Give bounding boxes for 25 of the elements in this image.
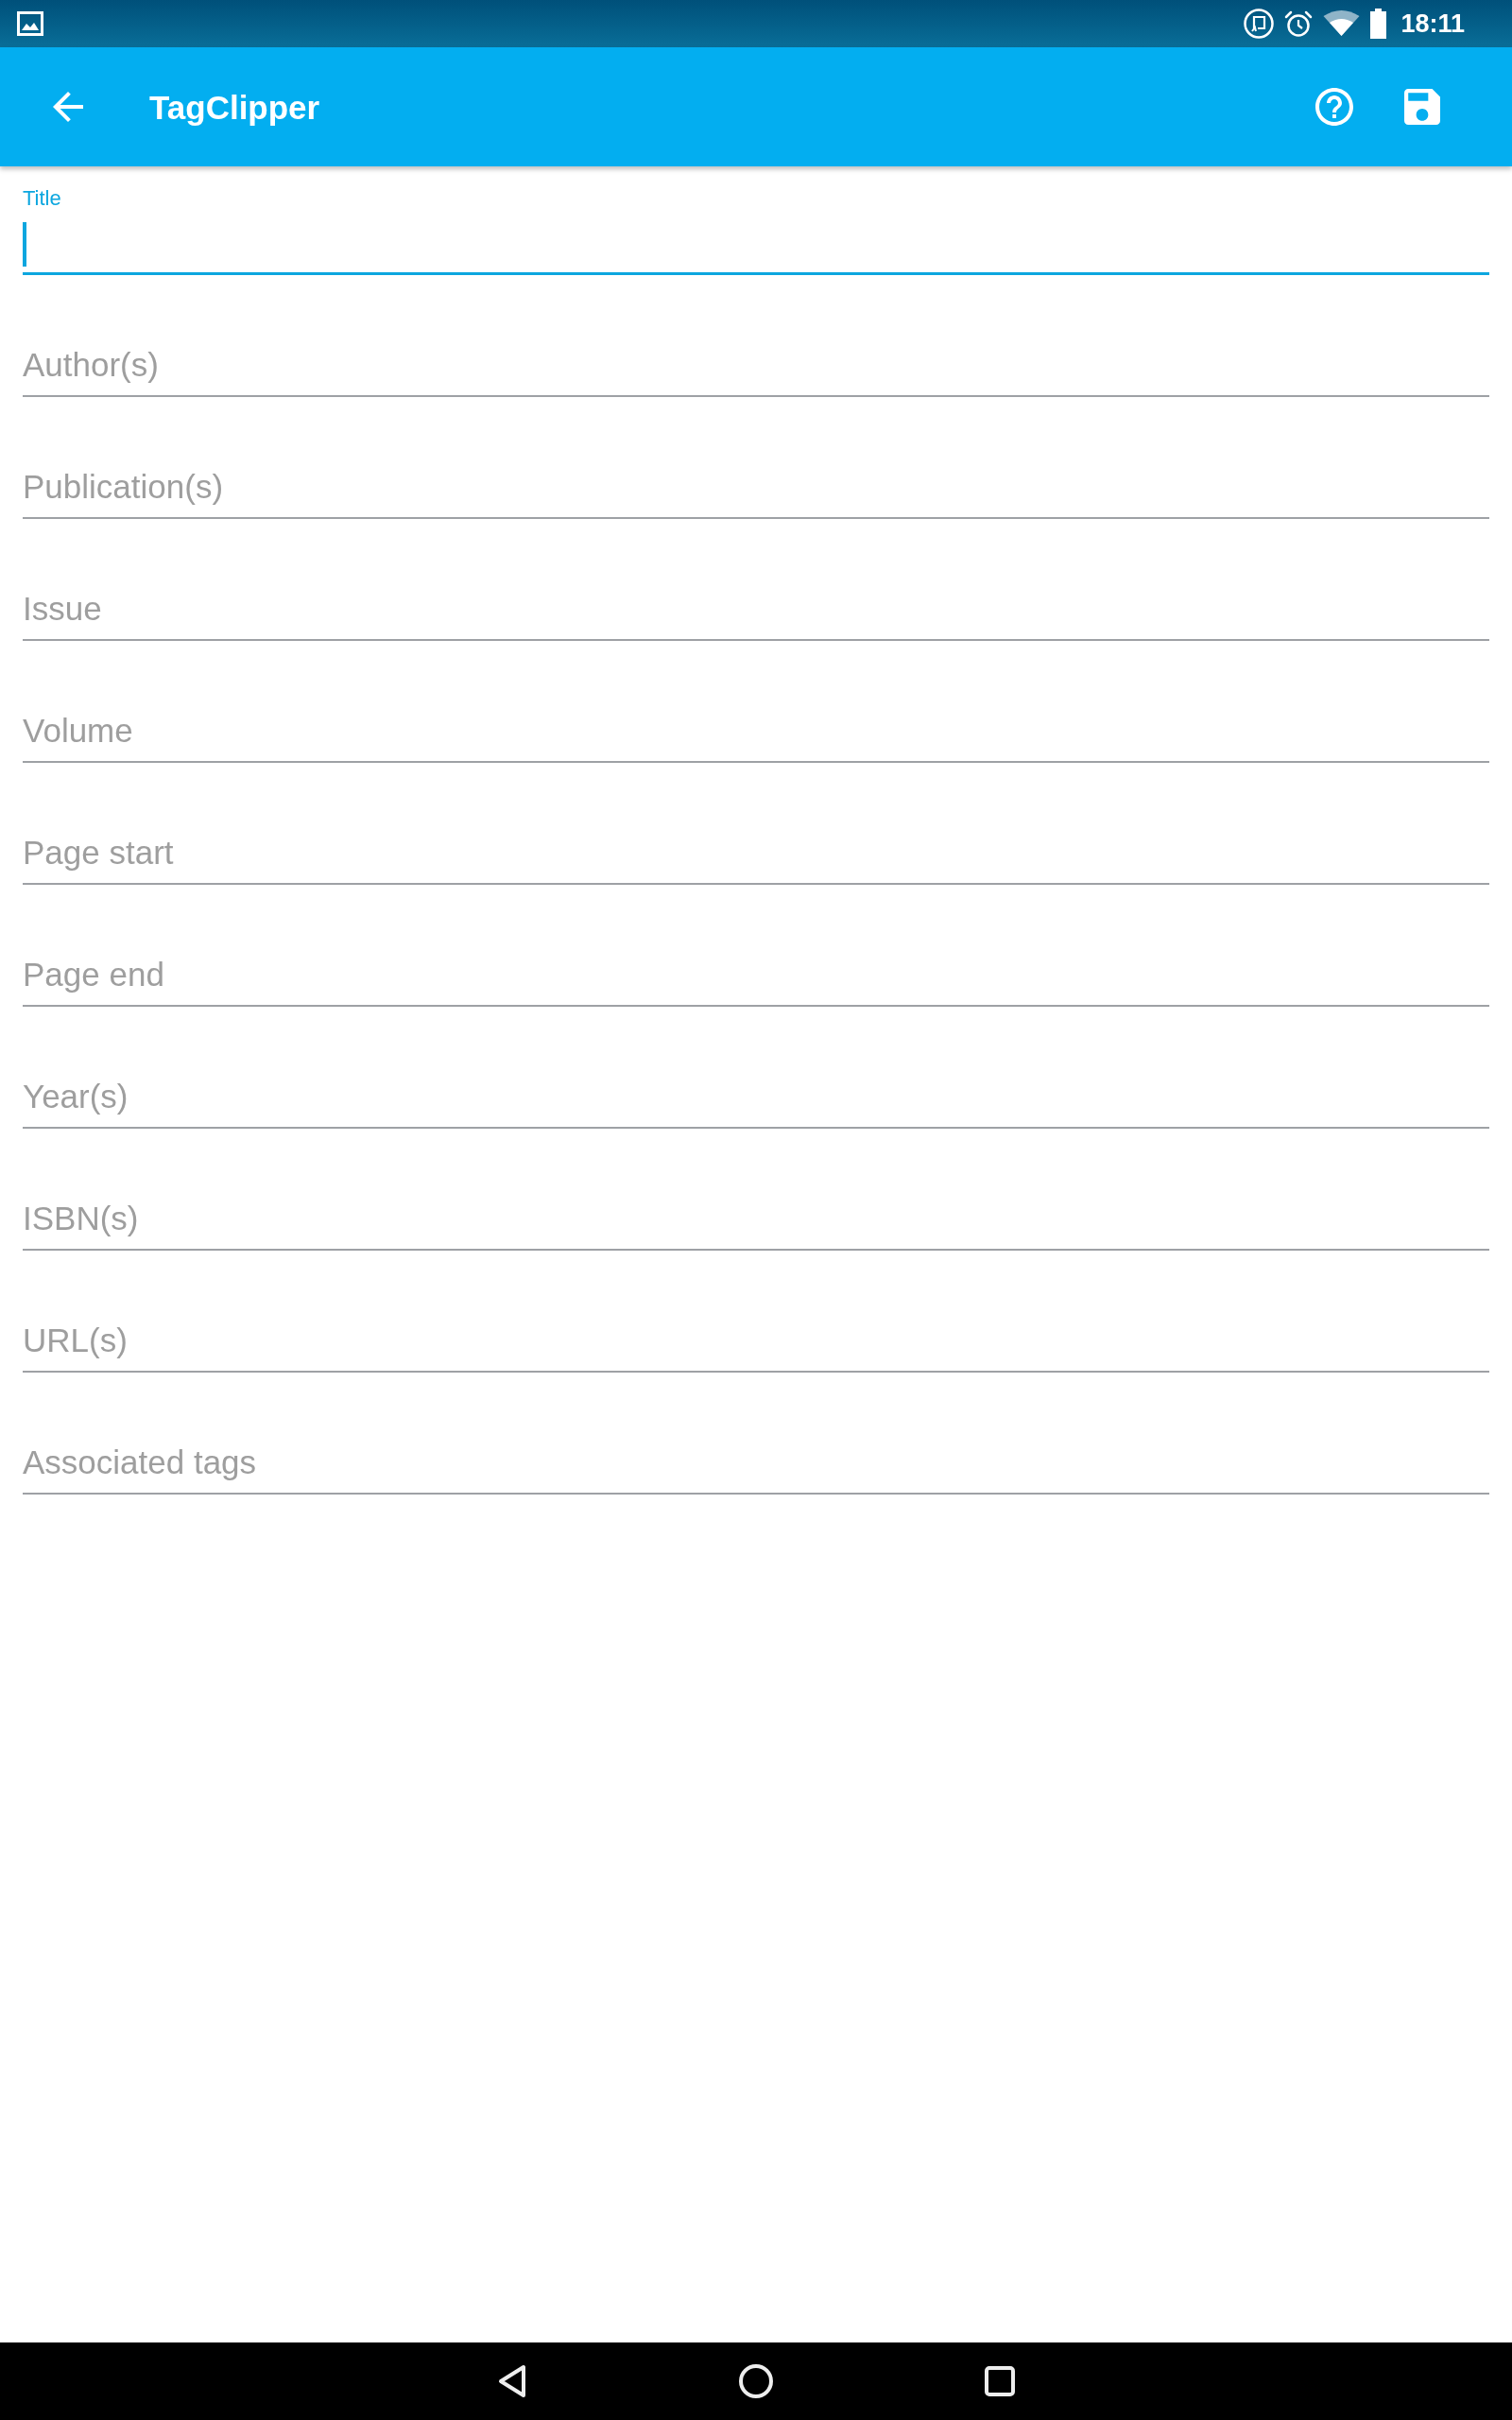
input-field[interactable]: Page start	[23, 821, 1489, 885]
alarm-clock-icon	[1284, 9, 1314, 38]
input-field[interactable]: Publication(s)	[23, 456, 1489, 519]
input-field[interactable]: Issue	[23, 578, 1489, 641]
input-field[interactable]: Associated tags	[23, 1431, 1489, 1495]
input-field[interactable]: Volume	[23, 700, 1489, 763]
home-icon[interactable]	[739, 2364, 773, 2398]
image-icon	[17, 11, 43, 36]
input-field[interactable]: ISBN(s)	[23, 1187, 1489, 1251]
wifi-icon	[1323, 10, 1361, 37]
app-title: TagClipper	[149, 90, 320, 124]
back-icon[interactable]	[497, 2364, 527, 2398]
input-field[interactable]: URL(s)	[23, 1309, 1489, 1373]
input-field[interactable]: Page end	[23, 943, 1489, 1007]
floating-label: Title	[23, 185, 61, 212]
recents-icon[interactable]	[985, 2366, 1015, 2396]
rotate-icon	[1244, 9, 1275, 39]
battery-icon	[1370, 9, 1387, 39]
status-time: 18:11	[1400, 10, 1465, 37]
input-field[interactable]: Year(s)	[23, 1065, 1489, 1129]
text-cursor-icon	[23, 221, 26, 267]
help-icon[interactable]	[1315, 88, 1353, 126]
back-arrow-icon[interactable]	[53, 92, 83, 122]
save-icon[interactable]	[1404, 89, 1440, 125]
input-field[interactable]: Author(s)	[23, 334, 1489, 397]
